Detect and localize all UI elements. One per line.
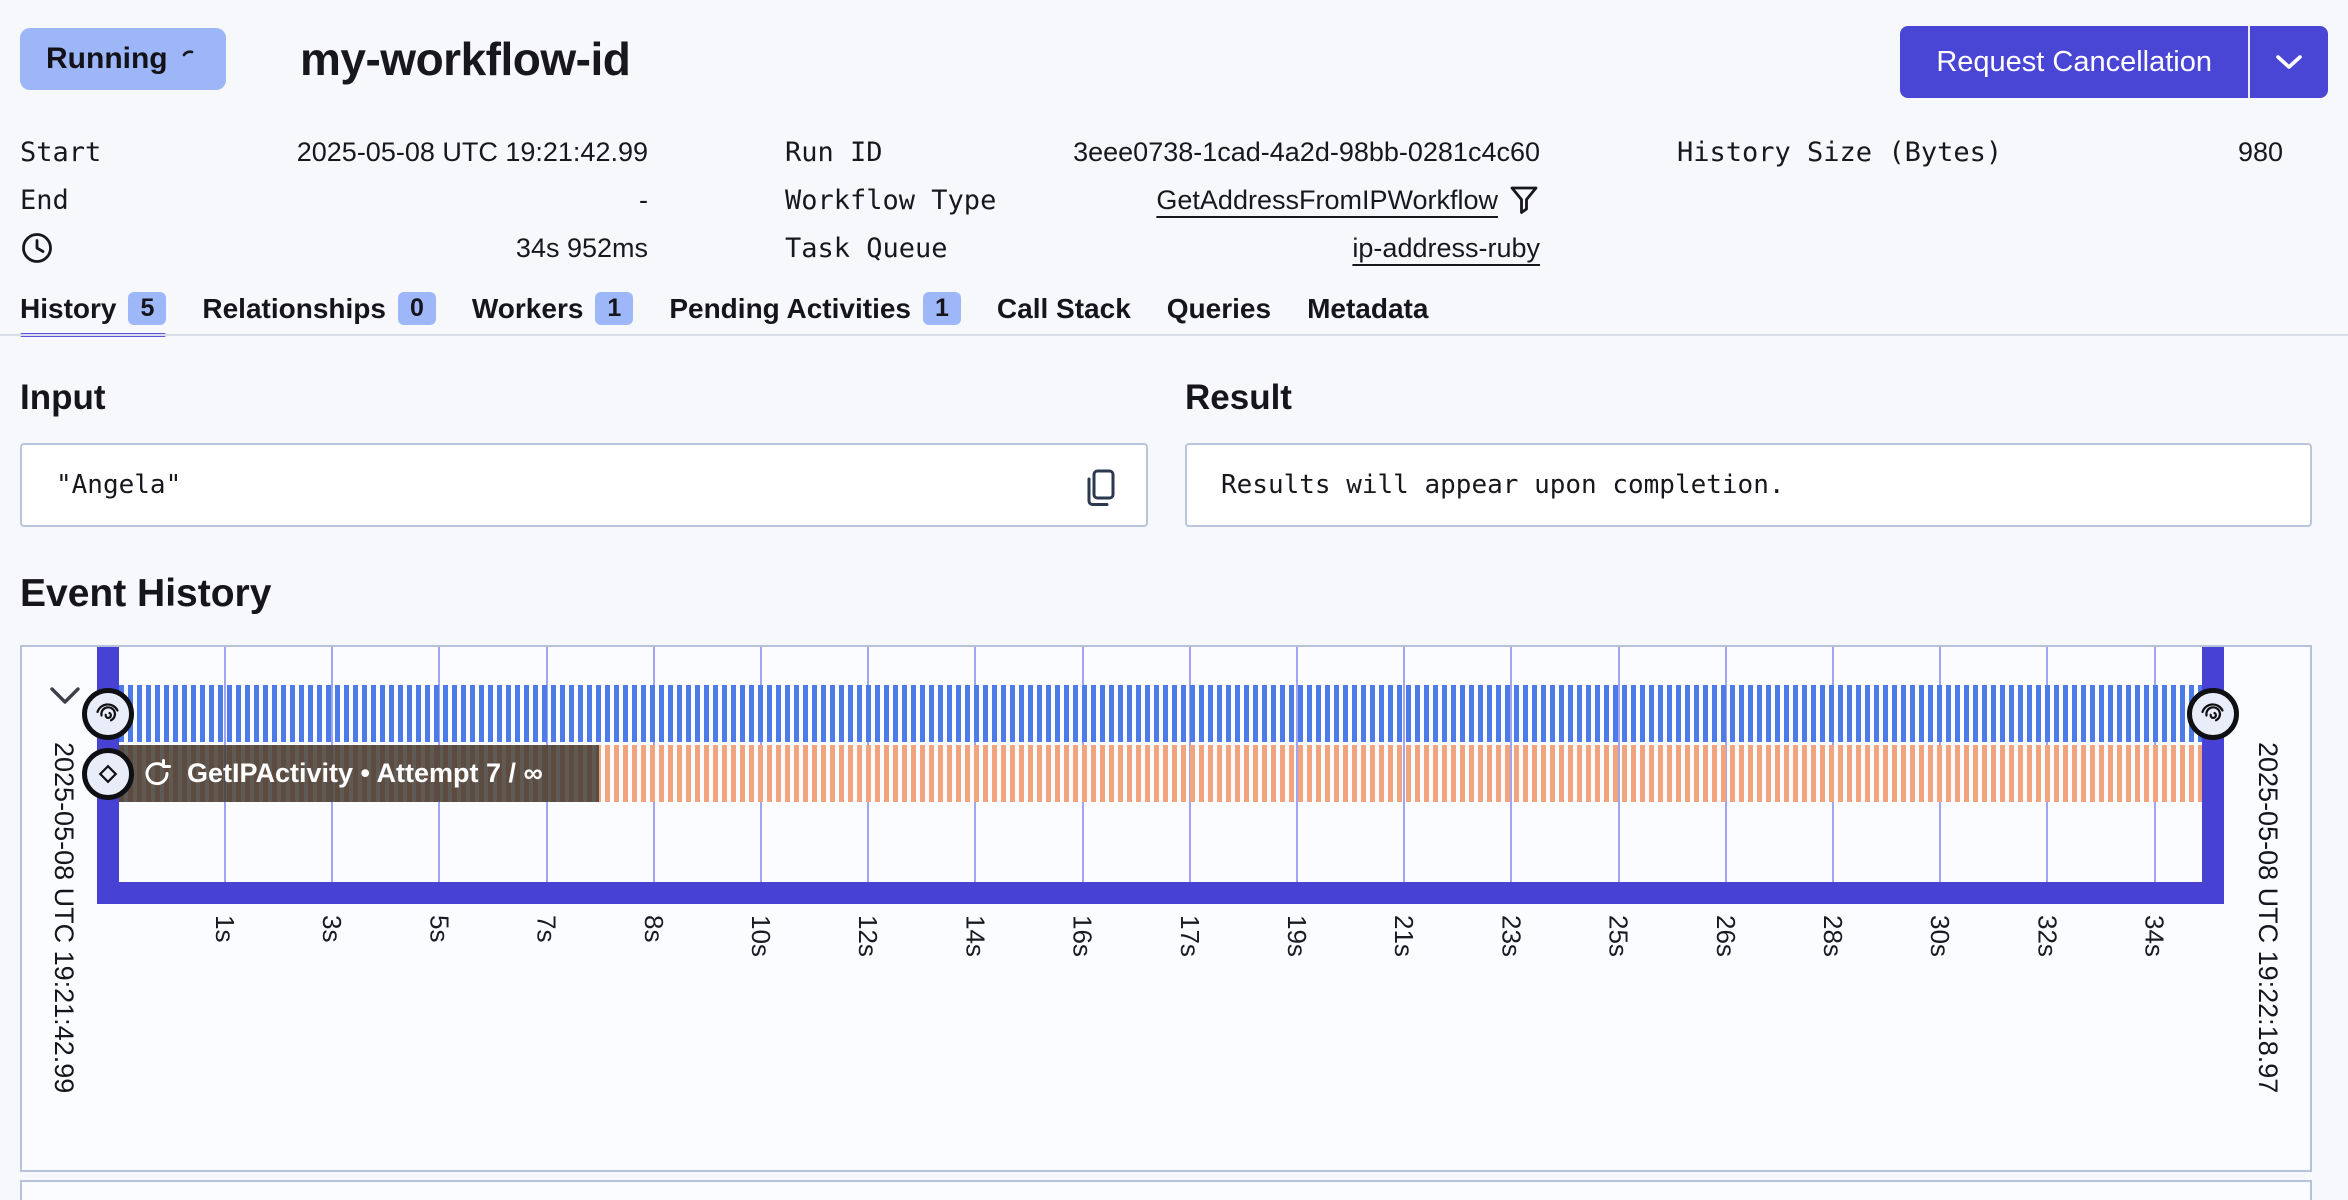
run-id-value: 3eee0738-1cad-4a2d-98bb-0281c4c60 <box>1073 137 1540 168</box>
tab-workers[interactable]: Workers 1 <box>472 292 633 337</box>
workflow-running-spiral-icon <box>2199 700 2227 728</box>
spinner-icon <box>180 49 200 69</box>
activity-label: GetIPActivity • Attempt 7 / ∞ <box>187 758 543 789</box>
timeline-tick-label: 25s <box>1603 915 1634 957</box>
end-label: End <box>20 185 69 216</box>
workflow-detail-page: Running my-workflow-id Request Cancellat… <box>0 0 2348 1200</box>
timeline-tick-label: 10s <box>745 915 776 957</box>
history-size-label: History Size (Bytes) <box>1677 137 2002 168</box>
timeline-tick-label: 14s <box>959 915 990 957</box>
workflow-type-link[interactable]: GetAddressFromIPWorkflow <box>1156 185 1498 216</box>
tab-call-stack[interactable]: Call Stack <box>997 293 1131 337</box>
page-title: my-workflow-id <box>300 32 630 86</box>
result-value: Results will appear upon completion. <box>1187 470 1785 500</box>
copy-input-button[interactable] <box>1080 467 1120 509</box>
request-cancellation-split-button: Request Cancellation <box>1900 26 2328 98</box>
meta-row-duration: 34s 952ms <box>20 224 648 272</box>
input-title: Input <box>20 378 106 418</box>
workflow-type-label: Workflow Type <box>785 185 996 216</box>
retry-icon <box>141 759 171 789</box>
request-cancellation-button[interactable]: Request Cancellation <box>1900 26 2248 98</box>
timeline-tick-label: 7s <box>531 915 562 942</box>
workflow-execution-row[interactable] <box>119 685 2202 742</box>
tab-relationships-count: 0 <box>398 292 436 325</box>
timeline-start-date: 2025-05-08 UTC 19:21:42.99 <box>48 742 79 1093</box>
tab-history-count: 5 <box>128 292 166 325</box>
event-history-title: Event History <box>20 572 271 616</box>
timeline-tick-label: 19s <box>1281 915 1312 957</box>
start-label: Start <box>20 137 101 168</box>
timeline-collapse-chevron-icon[interactable] <box>48 685 82 707</box>
event-history-timeline: 1s 3s 5s 7s 8s 10s 12s 14s 16s 17s 19s 21s 23s 25s 26s… <box>20 645 2312 1172</box>
timeline-tick-label: 21s <box>1388 915 1419 957</box>
task-queue-link[interactable]: ip-address-ruby <box>1352 233 1540 264</box>
timeline-tick-label: 17s <box>1174 915 1205 957</box>
tab-pending-activities[interactable]: Pending Activities 1 <box>669 292 961 337</box>
timeline-tick-label: 26s <box>1710 915 1741 957</box>
timeline-tick-label: 8s <box>638 915 669 942</box>
tab-pending-activities-count: 1 <box>923 292 961 325</box>
timeline-tick-label: 30s <box>1924 915 1955 957</box>
metadata-column-history-size: History Size (Bytes) 980 <box>1677 128 2283 176</box>
timeline-tick-label: 12s <box>852 915 883 957</box>
timeline-baseline-bar <box>97 882 2224 904</box>
timeline-tick-label: 28s <box>1817 915 1848 957</box>
timeline-end-bar <box>2202 647 2224 904</box>
status-badge: Running <box>20 28 226 90</box>
cancellation-menu-button[interactable] <box>2248 26 2328 98</box>
event-list-panel <box>20 1180 2312 1200</box>
timeline-tick-label: 5s <box>423 915 454 942</box>
timeline-tick-label: 3s <box>316 915 347 942</box>
meta-row-end: End - <box>20 176 648 224</box>
activity-node[interactable] <box>82 748 134 800</box>
filter-icon[interactable] <box>1508 184 1540 216</box>
run-id-label: Run ID <box>785 137 883 168</box>
activity-label-chip[interactable]: GetIPActivity • Attempt 7 / ∞ <box>119 745 599 802</box>
chevron-down-icon <box>2274 53 2304 71</box>
meta-row-task-queue: Task Queue ip-address-ruby <box>785 224 1540 272</box>
timeline-tick-label: 34s <box>2139 915 2170 957</box>
timeline-tick-label: 32s <box>2031 915 2062 957</box>
timeline-tick-label: 1s <box>209 915 240 942</box>
input-box: "Angela" <box>20 443 1148 527</box>
meta-row-run-id: Run ID 3eee0738-1cad-4a2d-98bb-0281c4c60 <box>785 128 1540 176</box>
workflow-start-node[interactable] <box>82 688 134 740</box>
meta-row-workflow-type: Workflow Type GetAddressFromIPWorkflow <box>785 176 1540 224</box>
history-size-value: 980 <box>2238 137 2283 168</box>
timeline-tick-label: 16s <box>1067 915 1098 957</box>
tab-workers-count: 1 <box>595 292 633 325</box>
duration-value: 34s 952ms <box>516 233 648 264</box>
tab-relationships[interactable]: Relationships 0 <box>202 292 436 337</box>
tab-history[interactable]: History 5 <box>20 292 166 337</box>
metadata-column-times: Start 2025-05-08 UTC 19:21:42.99 End - 3… <box>20 128 648 272</box>
tabs-divider <box>0 334 2348 336</box>
task-queue-label: Task Queue <box>785 233 948 264</box>
meta-row-start: Start 2025-05-08 UTC 19:21:42.99 <box>20 128 648 176</box>
start-value: 2025-05-08 UTC 19:21:42.99 <box>297 137 648 168</box>
tab-queries[interactable]: Queries <box>1167 293 1271 337</box>
workflow-latest-node[interactable] <box>2187 688 2239 740</box>
copy-icon <box>1081 467 1119 509</box>
activity-diamond-icon <box>97 763 119 785</box>
tab-metadata[interactable]: Metadata <box>1307 293 1428 337</box>
tab-bar: History 5 Relationships 0 Workers 1 Pend… <box>20 292 1428 337</box>
timeline-tick-label: 23s <box>1495 915 1526 957</box>
result-box: Results will appear upon completion. <box>1185 443 2312 527</box>
result-title: Result <box>1185 378 1292 418</box>
metadata-column-workflow: Run ID 3eee0738-1cad-4a2d-98bb-0281c4c60… <box>785 128 1540 272</box>
input-value: "Angela" <box>22 470 181 500</box>
end-value: - <box>639 185 648 216</box>
clock-icon <box>20 231 54 265</box>
meta-row-history-size: History Size (Bytes) 980 <box>1677 128 2283 176</box>
status-badge-label: Running <box>46 42 168 76</box>
workflow-running-spiral-icon <box>94 700 122 728</box>
timeline-end-date: 2025-05-08 UTC 19:22:18.97 <box>2252 742 2283 1093</box>
